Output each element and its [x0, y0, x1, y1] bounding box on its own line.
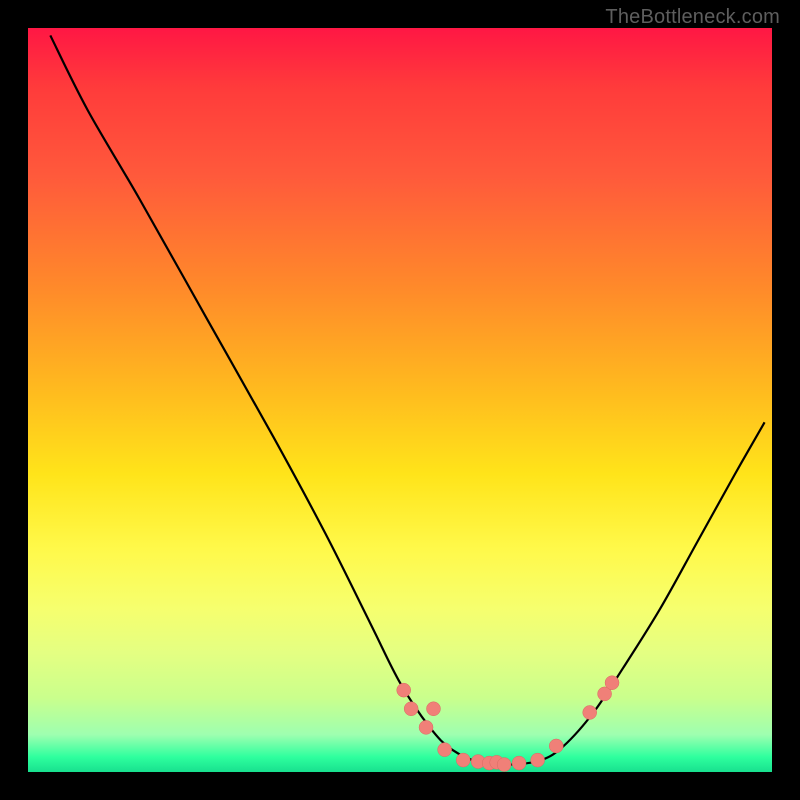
data-point	[397, 683, 411, 697]
bottleneck-curve	[50, 35, 764, 765]
data-point	[497, 758, 511, 772]
data-point	[583, 705, 597, 719]
watermark-text: TheBottleneck.com	[605, 6, 780, 29]
data-point	[549, 739, 563, 753]
data-point	[426, 702, 440, 716]
chart-container: TheBottleneck.com	[0, 0, 800, 800]
curve-layer	[28, 28, 772, 772]
plot-area	[28, 28, 772, 772]
data-point	[404, 702, 418, 716]
data-point	[438, 743, 452, 757]
data-point	[456, 753, 470, 767]
data-point	[605, 676, 619, 690]
data-point	[512, 756, 526, 770]
data-point	[419, 720, 433, 734]
data-point	[531, 753, 545, 767]
